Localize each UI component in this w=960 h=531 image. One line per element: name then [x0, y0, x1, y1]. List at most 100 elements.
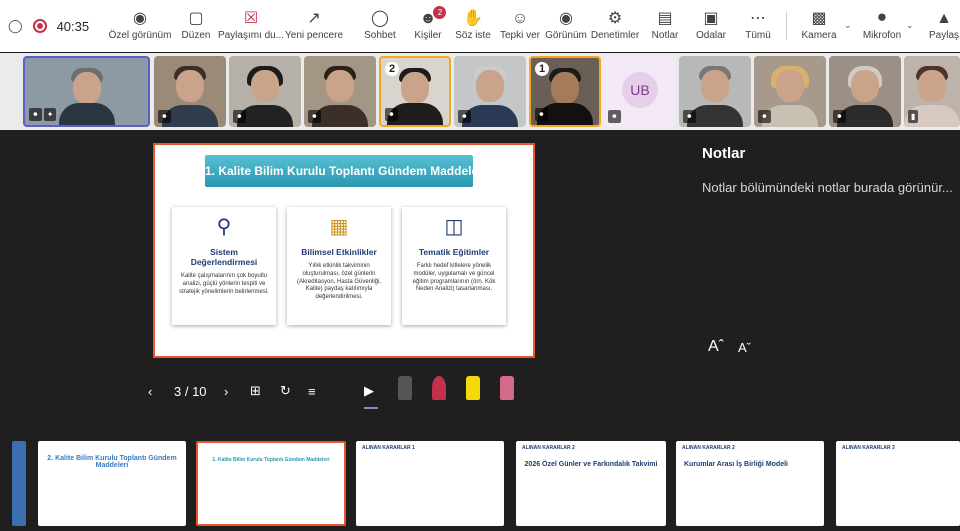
participant-tile[interactable]: 1 ⚫: [529, 56, 601, 127]
participant-status: ⚫: [233, 110, 246, 123]
mic-muted-icon: ⚫: [608, 110, 621, 123]
thumbnail-title: 1. Kalite Bilim Kurulu Toplantı Gündem M…: [212, 457, 330, 463]
settings-sliders-icon[interactable]: ≡: [308, 384, 316, 399]
slide-thumbnail[interactable]: ALINAN KARARLAR 2 2026 Özel Günler ve Fa…: [516, 441, 666, 526]
notes-icon: ▤: [657, 10, 673, 27]
participant-tile[interactable]: 2 ⚫: [379, 56, 451, 127]
microphone-button[interactable]: ⚫ Mikrofon: [862, 8, 902, 48]
participant-face: [701, 70, 729, 102]
view-icon: ◉: [559, 10, 573, 27]
raise-hand-button[interactable]: ✋ Söz iste: [455, 8, 491, 48]
slide-thumbnail[interactable]: 2. Kalite Bilim Kurulu Toplantı Gündem M…: [38, 441, 186, 526]
mic-muted-icon: ⚫: [833, 110, 846, 123]
card-text: Farklı hedef kitlelere yönelik modüler, …: [412, 263, 496, 293]
participant-tile[interactable]: ⚫: [454, 56, 526, 127]
microphone-icon: ⚫: [875, 10, 889, 27]
raised-hand-order: 1: [535, 62, 550, 76]
thumbnail-title: Kurumlar Arası İş Birliği Modeli: [684, 461, 788, 468]
participant-status: ⚫: [535, 108, 548, 121]
thumbnail-head: ALINAN KARARLAR 1: [362, 445, 415, 451]
more-button[interactable]: ⋯ Tümü: [744, 8, 772, 48]
next-slide-button[interactable]: ›: [224, 384, 228, 399]
layout-button[interactable]: ▢ Düzen: [178, 8, 214, 48]
participant-tile[interactable]: ⚫: [829, 56, 901, 127]
card-text: Kalite çalışmalarının çok boyutlu analiz…: [179, 273, 269, 295]
pen-icon[interactable]: [398, 376, 412, 400]
participant-tile[interactable]: ⚫: [154, 56, 226, 127]
mic-muted-icon: ⚫: [758, 110, 771, 123]
participant-tile[interactable]: UB ⚫: [604, 56, 676, 127]
grid-view-icon[interactable]: ⊞: [250, 383, 261, 399]
stop-share-icon: ☒: [243, 10, 259, 27]
previous-slide-button[interactable]: ‹: [148, 384, 152, 399]
people-count-badge: 2: [433, 6, 447, 19]
participant-face: [476, 70, 504, 102]
slide-thumbnail-current[interactable]: 1. Kalite Bilim Kurulu Toplantı Gündem M…: [196, 441, 346, 526]
custom-view-button[interactable]: ◉ Özel görünüm: [108, 8, 172, 48]
camera-button[interactable]: ▩ Kamera: [800, 8, 838, 48]
participant-tile[interactable]: ⚫: [304, 56, 376, 127]
participant-status: ⚫ ✦: [29, 108, 57, 121]
participant-body: [58, 103, 115, 125]
participant-tile[interactable]: ⚫ ✦: [23, 56, 150, 127]
controls-button[interactable]: ⚙ Denetimler: [591, 8, 639, 48]
rooms-icon: ▣: [703, 10, 719, 27]
participant-face: [326, 70, 354, 102]
slide-thumbnail[interactable]: ALINAN KARARLAR 3: [836, 441, 960, 526]
shield-gear-icon: ⚙: [607, 10, 623, 27]
sync-icon[interactable]: ↻: [280, 383, 291, 399]
highlighter-icon[interactable]: [466, 376, 480, 400]
participant-face: [176, 70, 204, 102]
participant-tile[interactable]: ▮: [904, 56, 960, 127]
pointer-icon[interactable]: ▶: [364, 383, 374, 399]
decrease-font-button[interactable]: Aˇ: [738, 340, 751, 355]
eraser-icon[interactable]: [500, 376, 514, 400]
mic-muted-icon: ⚫: [233, 110, 246, 123]
book-icon: ◫: [444, 216, 464, 238]
react-button[interactable]: ☺ Tepki ver: [500, 8, 540, 48]
microphone-options-chevron-icon[interactable]: ⌄: [906, 20, 914, 31]
participant-face: [251, 70, 279, 102]
mic-muted-icon: ⚫: [385, 108, 398, 121]
eye-icon: ◉: [133, 10, 147, 27]
mic-muted-icon: ⚫: [535, 108, 548, 121]
new-window-button[interactable]: ↗ Yeni pencere: [285, 8, 343, 48]
share-icon: ▲: [936, 10, 952, 27]
presentation-stage: 1. Kalite Bilim Kurulu Toplantı Gündem M…: [0, 130, 960, 433]
rooms-button[interactable]: ▣ Odalar: [696, 8, 726, 48]
card-title: Tematik Eğitimler: [418, 247, 490, 257]
participant-tile[interactable]: ⚫: [754, 56, 826, 127]
notes-button[interactable]: ▤ Notlar: [650, 8, 680, 48]
notes-title: Notlar: [702, 145, 746, 162]
participant-tile[interactable]: ⚫: [229, 56, 301, 127]
mic-muted-icon: ⚫: [158, 110, 171, 123]
participant-tile[interactable]: ⚫: [679, 56, 751, 127]
mic-muted-icon: ⚫: [458, 110, 471, 123]
emoji-icon: ☺: [511, 10, 529, 27]
participant-status: ⚫: [683, 110, 696, 123]
toolbar-divider: [786, 12, 787, 40]
page-indicator: 3 / 10: [174, 383, 207, 399]
pin-icon: ✦: [43, 108, 57, 121]
thumbnail-title: 2026 Özel Günler ve Farkındalık Takvimi: [524, 461, 658, 468]
marker-red-icon[interactable]: [432, 376, 446, 400]
camera-options-chevron-icon[interactable]: ⌄: [844, 20, 852, 31]
participant-status: ⚫: [608, 110, 621, 123]
increase-font-button[interactable]: Aˆ: [708, 338, 724, 356]
slide-thumbnail[interactable]: ALINAN KARARLAR 1: [356, 441, 504, 526]
slide-thumbnail[interactable]: [12, 441, 26, 526]
notes-text: Notlar bölümündeki notlar burada görünür…: [702, 180, 953, 195]
slide-card: ◫ Tematik Eğitimler Farklı hedef kitlele…: [402, 207, 506, 325]
participant-face: [72, 72, 101, 104]
stop-sharing-button[interactable]: ☒ Paylaşımı du...: [218, 8, 284, 48]
participant-strip: ⚫ ✦ ⚫ ⚫ ⚫ 2 ⚫ ⚫ 1 ⚫ UB ⚫ ⚫ ⚫ ⚫ ▮: [0, 53, 960, 130]
share-button[interactable]: ▲ Paylaş: [928, 8, 960, 48]
participant-face: [551, 72, 579, 104]
view-button[interactable]: ◉ Görünüm: [545, 8, 587, 48]
chat-button[interactable]: ◯ Sohbet: [364, 8, 396, 48]
slide-thumbnail[interactable]: ALINAN KARARLAR 2 Kurumlar Arası İş Birl…: [676, 441, 824, 526]
calendar-icon: ▦: [329, 216, 349, 238]
more-icon: ⋯: [750, 10, 766, 27]
search-icon: ⚲: [216, 216, 232, 238]
people-button[interactable]: ☻ 2 Kişiler: [412, 6, 447, 48]
